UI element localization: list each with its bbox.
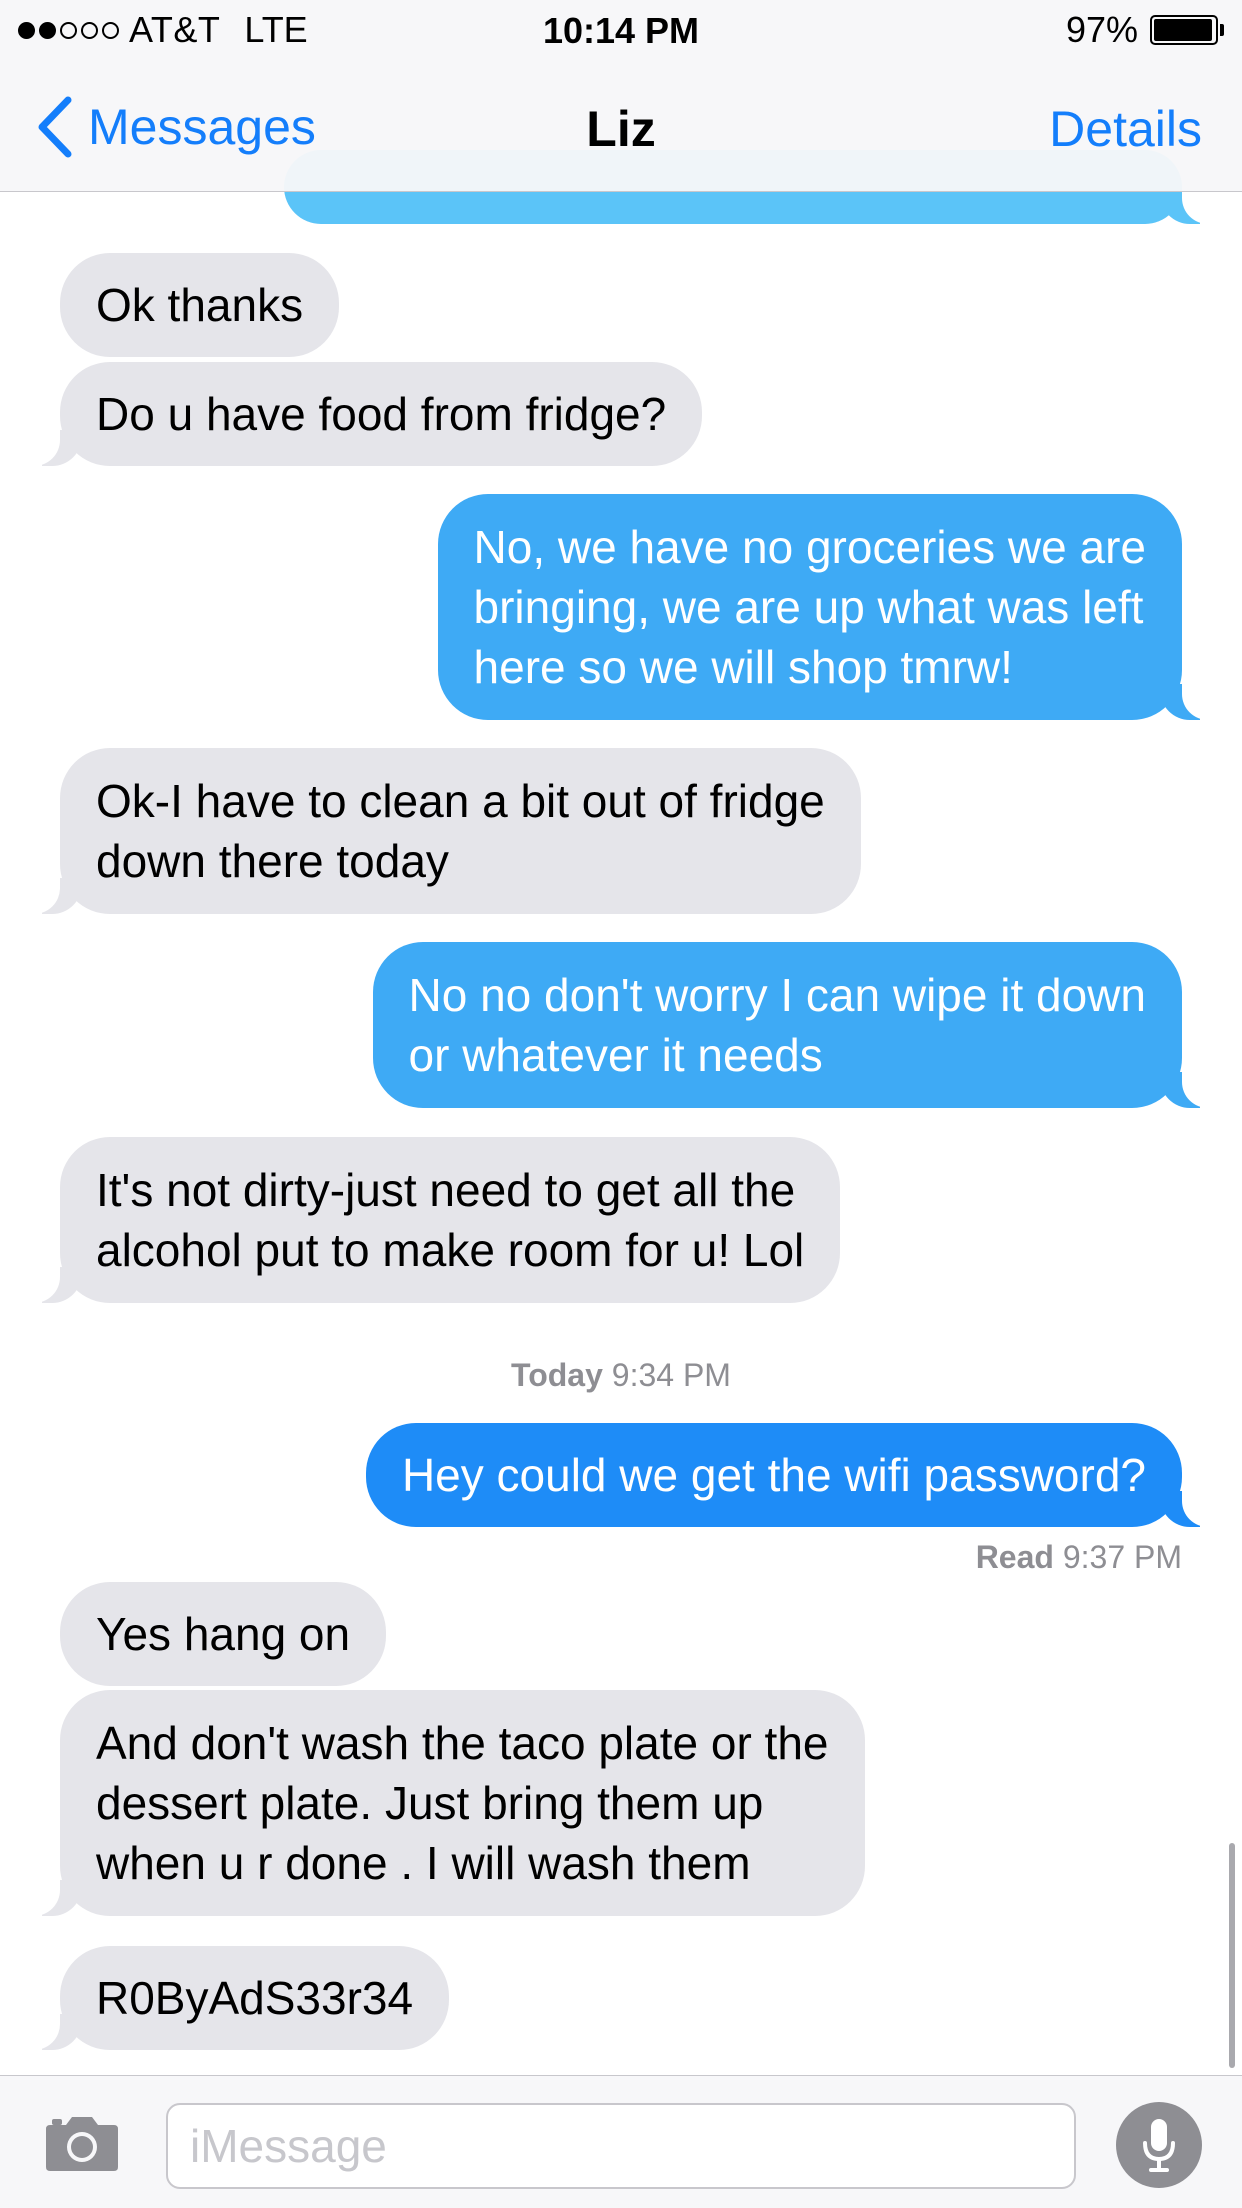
microphone-icon: [1143, 2119, 1175, 2172]
message-text: No, we have no groceries we are: [473, 521, 1146, 573]
message-bubble-incoming[interactable]: R0ByAdS33r34: [19, 1946, 450, 2050]
message-text: bringing, we are up what was left: [473, 581, 1144, 633]
status-right: 97%: [1065, 9, 1224, 50]
message-thread[interactable]: Ok thanks Do u have food from fridge? No…: [0, 0, 1242, 2208]
battery-percentage: 97%: [1065, 9, 1138, 50]
message-bubble-outgoing[interactable]: No no don't worry I can wipe it down or …: [372, 942, 1223, 1108]
message-bubble-incoming[interactable]: And don't wash the taco plate or the des…: [20, 1690, 865, 1916]
conversation-timestamp: Today 9:34 PM: [0, 1357, 1242, 1394]
message-text: It's not dirty-just need to get all the: [96, 1164, 796, 1216]
message-text: alcohol put to make room for u! Lol: [96, 1224, 805, 1276]
message-text: Yes hang on: [96, 1608, 351, 1660]
message-text: when u r done . I will wash them: [96, 1837, 751, 1889]
scrollbar[interactable]: [1229, 1843, 1235, 2068]
message-bubble-incoming[interactable]: Yes hang on: [60, 1582, 387, 1686]
read-receipt: Read 9:37 PM: [976, 1539, 1182, 1576]
message-bubble-incoming[interactable]: It's not dirty-just need to get all the …: [19, 1137, 841, 1303]
message-bubble-incoming[interactable]: Ok thanks: [60, 253, 340, 357]
camera-icon: [46, 2117, 118, 2171]
battery-nub: [1220, 24, 1224, 36]
message-text: Hey could we get the wifi password?: [401, 1449, 1146, 1501]
message-text: down there today: [96, 835, 449, 887]
message-text: R0ByAdS33r34: [96, 1972, 414, 2024]
message-text: And don't wash the taco plate or the: [96, 1717, 829, 1769]
read-receipt-label: Read: [975, 1539, 1054, 1575]
details-button[interactable]: Details: [1049, 100, 1202, 158]
message-text: dessert plate. Just bring them up: [96, 1777, 764, 1829]
message-bubble-incoming[interactable]: Do u have food from fridge?: [19, 362, 703, 466]
message-text: Ok thanks: [96, 279, 304, 331]
timestamp-day: Today: [511, 1357, 603, 1393]
navigation-bar: AT&T LTE 10:14 PM 97% Messages Liz Detai…: [0, 0, 1242, 192]
battery-icon: [1150, 15, 1218, 45]
status-time: 10:14 PM: [542, 10, 700, 51]
message-bubble-incoming[interactable]: Ok-I have to clean a bit out of fridge d…: [20, 748, 861, 914]
message-bubble-outgoing[interactable]: Hey could we get the wifi password?: [365, 1423, 1223, 1527]
message-text: here so we will shop tmrw!: [473, 641, 1013, 693]
microphone-button[interactable]: [1116, 2102, 1202, 2188]
message-text: Ok-I have to clean a bit out of fridge: [96, 775, 825, 827]
message-text: Do u have food from fridge?: [96, 388, 667, 440]
read-receipt-time: 9:37 PM: [1062, 1539, 1182, 1575]
message-input-bar: [0, 2075, 1242, 2208]
message-text: No no don't worry I can wipe it down: [408, 969, 1146, 1021]
status-bar: AT&T LTE 10:14 PM 97%: [0, 0, 1242, 60]
message-input[interactable]: [166, 2103, 1076, 2189]
battery-fill: [1154, 19, 1213, 41]
camera-button[interactable]: [44, 2109, 120, 2175]
message-text: or whatever it needs: [408, 1029, 823, 1081]
timestamp-time: 9:34 PM: [611, 1357, 731, 1393]
message-bubble-outgoing[interactable]: No, we have no groceries we are bringing…: [437, 494, 1223, 720]
